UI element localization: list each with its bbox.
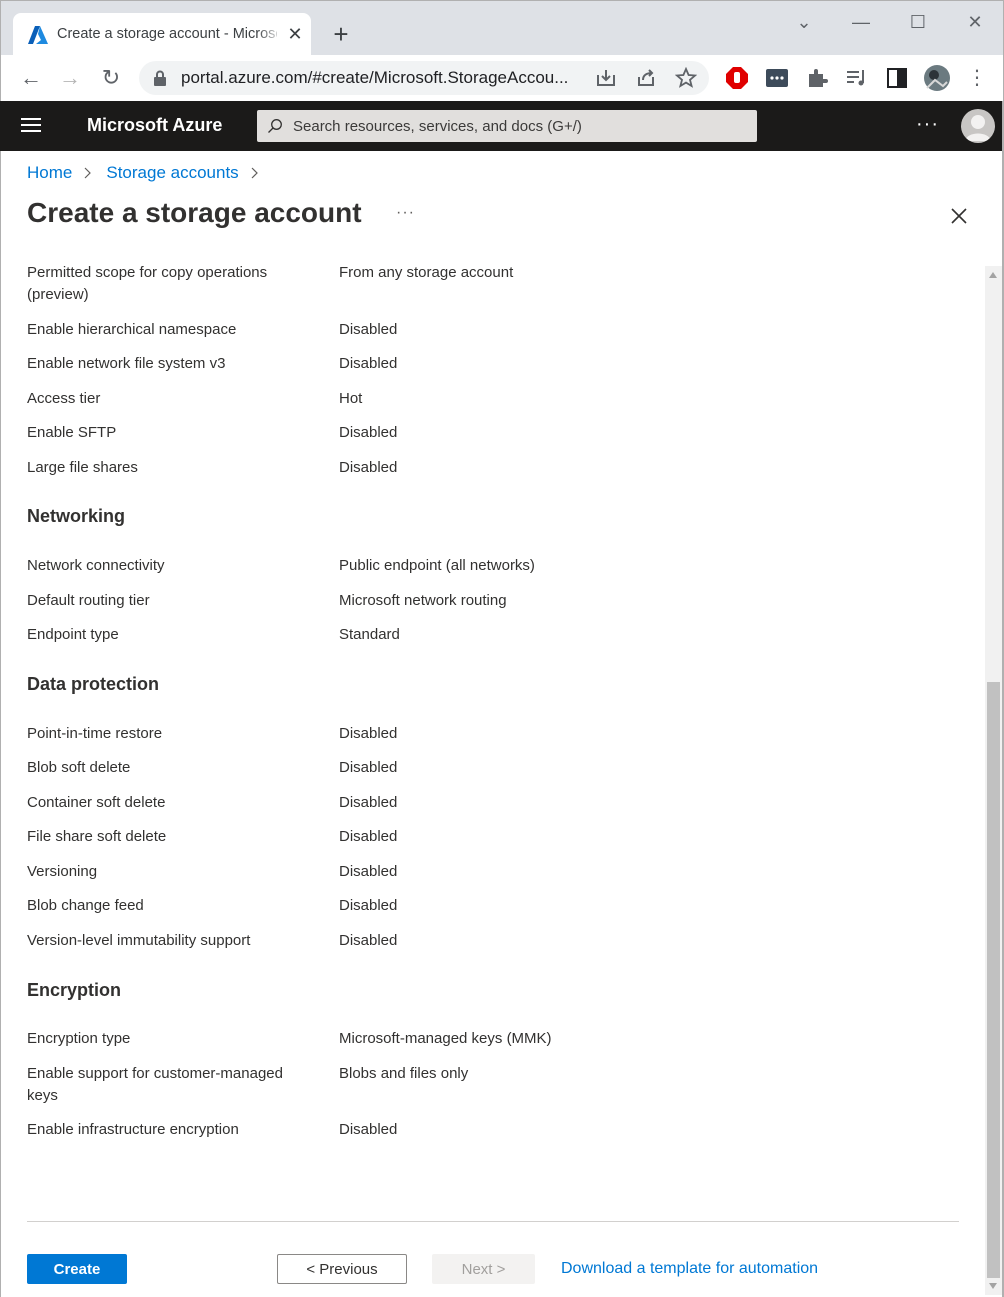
- row-label: Container soft delete: [27, 794, 166, 811]
- search-icon: [268, 119, 282, 133]
- row-value: Microsoft network routing: [339, 592, 507, 609]
- row-value: Disabled: [339, 321, 398, 338]
- forward-icon[interactable]: →: [56, 64, 84, 92]
- row-value: Public endpoint (all networks): [339, 557, 535, 574]
- address-bar[interactable]: portal.azure.com/#create/Microsoft.Stora…: [139, 61, 709, 95]
- chevron-right-icon: [84, 167, 92, 179]
- account-avatar[interactable]: [961, 109, 995, 143]
- profile-avatar-icon[interactable]: [923, 64, 951, 92]
- row-label: Point-in-time restore: [27, 725, 163, 742]
- close-window-icon[interactable]: ✕: [960, 9, 990, 35]
- section-heading-encryption: Encryption: [27, 980, 122, 1000]
- tab-search-chevron-icon[interactable]: ⌄: [789, 9, 819, 35]
- row-label: Version-level immutability support: [27, 932, 251, 949]
- row-value: Disabled: [339, 725, 398, 742]
- row-label: Enable network file system v3: [27, 355, 226, 372]
- new-tab-icon[interactable]: +: [327, 21, 355, 49]
- more-options-icon[interactable]: ···: [396, 204, 415, 222]
- row-label: Endpoint type: [27, 626, 119, 643]
- row-value: Disabled: [339, 863, 398, 880]
- row-label: Network connectivity: [27, 557, 165, 574]
- reload-icon[interactable]: ↻: [97, 64, 125, 92]
- row-value: From any storage account: [339, 264, 514, 281]
- row-label: Blob change feed: [27, 897, 144, 914]
- row-value: Disabled: [339, 459, 398, 476]
- azure-top-bar: Microsoft Azure ···: [0, 101, 1004, 151]
- row-value: Disabled: [339, 759, 398, 776]
- browser-tabstrip: Create a storage account - Microsoft Azu…: [0, 0, 1004, 56]
- brand-title[interactable]: Microsoft Azure: [87, 115, 222, 136]
- browser-menu-icon[interactable]: ⋮: [963, 64, 991, 92]
- download-template-link[interactable]: Download a template for automation: [561, 1260, 818, 1278]
- row-label: Large file shares: [27, 459, 138, 476]
- row-value: Disabled: [339, 932, 398, 949]
- row-label: Versioning: [27, 863, 98, 880]
- breadcrumb-home[interactable]: Home: [27, 163, 72, 183]
- maximize-icon[interactable]: ☐: [903, 9, 933, 35]
- row-value: Blobs and files only: [339, 1065, 469, 1082]
- row-value: Microsoft-managed keys (MMK): [339, 1030, 552, 1047]
- bookmark-star-icon[interactable]: [675, 67, 697, 89]
- next-button[interactable]: Next >: [432, 1254, 535, 1284]
- row-value: Disabled: [339, 897, 398, 914]
- row-label: Permitted scope for copy operations (pre…: [27, 264, 268, 303]
- global-search[interactable]: [257, 110, 757, 142]
- search-input[interactable]: [293, 110, 743, 142]
- install-icon[interactable]: [595, 67, 617, 89]
- row-label: Enable support for customer-managed keys: [27, 1065, 283, 1104]
- scroll-down-arrow-icon[interactable]: [989, 1283, 997, 1289]
- row-label: File share soft delete: [27, 828, 167, 845]
- share-icon[interactable]: [635, 67, 657, 89]
- browser-tab[interactable]: Create a storage account - Microsoft Azu…: [13, 13, 311, 56]
- row-value: Disabled: [339, 424, 398, 441]
- settings-more-icon[interactable]: ···: [916, 113, 939, 136]
- password-extension-icon[interactable]: [765, 66, 789, 90]
- row-value: Disabled: [339, 794, 398, 811]
- row-value: Standard: [339, 626, 400, 643]
- side-panel-icon[interactable]: [885, 66, 909, 90]
- url-text: portal.azure.com/#create/Microsoft.Stora…: [181, 68, 569, 87]
- breadcrumb: Home Storage accounts: [27, 163, 273, 183]
- minimize-icon[interactable]: —: [846, 9, 876, 35]
- row-label: Enable hierarchical namespace: [27, 321, 237, 338]
- page-title: Create a storage account: [27, 197, 362, 228]
- scrollbar-thumb[interactable]: [987, 682, 1000, 1278]
- footer-divider: [27, 1221, 959, 1222]
- row-label: Encryption type: [27, 1030, 131, 1047]
- row-label: Blob soft delete: [27, 759, 131, 776]
- extensions-puzzle-icon[interactable]: [805, 66, 829, 90]
- portal-menu-icon[interactable]: [21, 118, 41, 134]
- section-heading-networking: Networking: [27, 506, 126, 526]
- tab-title: Create a storage account - Microsoft Azu…: [57, 26, 277, 42]
- chevron-right-icon: [251, 167, 258, 179]
- azure-logo-icon: [28, 26, 48, 44]
- breadcrumb-storage-accounts[interactable]: Storage accounts: [106, 163, 238, 183]
- previous-button[interactable]: < Previous: [277, 1254, 407, 1284]
- media-control-icon[interactable]: [845, 66, 869, 90]
- create-button[interactable]: Create: [27, 1254, 127, 1284]
- close-icon[interactable]: [950, 207, 968, 225]
- row-value: Disabled: [339, 1121, 398, 1138]
- close-tab-icon[interactable]: ✕: [284, 23, 306, 45]
- row-value: Hot: [339, 390, 363, 407]
- row-label: Default routing tier: [27, 592, 150, 609]
- section-heading-data-protection: Data protection: [27, 674, 160, 694]
- user-icon: [965, 115, 991, 141]
- content-scrollbar[interactable]: [985, 266, 1002, 1295]
- browser-toolbar: ← → ↻ portal.azure.com/#create/Microsoft…: [0, 55, 1004, 101]
- back-icon[interactable]: ←: [17, 64, 45, 92]
- row-label: Access tier: [27, 390, 101, 407]
- row-value: Disabled: [339, 355, 398, 372]
- scroll-up-arrow-icon[interactable]: [989, 272, 997, 278]
- row-label: Enable SFTP: [27, 424, 117, 441]
- row-value: Disabled: [339, 828, 398, 845]
- adblock-extension-icon[interactable]: [725, 66, 749, 90]
- row-label: Enable infrastructure encryption: [27, 1121, 239, 1138]
- lock-icon: [154, 70, 166, 86]
